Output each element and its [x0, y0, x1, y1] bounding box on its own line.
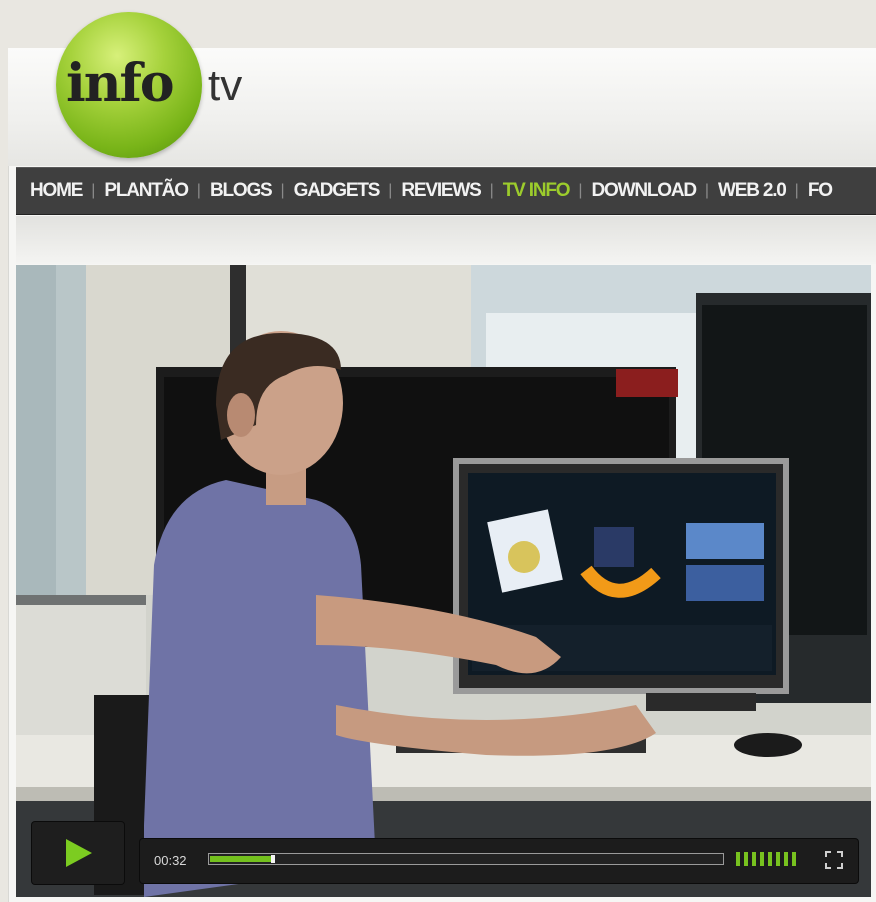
volume-bar [736, 852, 740, 866]
logo-text-info[interactable]: info [66, 58, 175, 110]
volume-bar [768, 852, 772, 866]
nav-item-blogs[interactable]: BLOGS [210, 180, 273, 202]
nav-separator: | [489, 182, 494, 199]
volume-bar [760, 852, 764, 866]
nav-separator: | [388, 182, 393, 199]
nav-item-web-2-0[interactable]: WEB 2.0 [718, 180, 787, 202]
nav-separator: | [704, 182, 710, 199]
video-frame[interactable] [16, 265, 871, 897]
nav-item-home[interactable]: HOME [30, 180, 83, 202]
main-navigation: HOME | PLANTÃO | BLOGS | GADGETS | REVIEWS | TV IN… [16, 167, 876, 215]
nav-separator: | [578, 182, 583, 199]
progress-fill [210, 856, 271, 862]
play-button[interactable] [32, 822, 124, 884]
nav-item-tv-info[interactable]: TV INFO [503, 180, 571, 202]
nav-item-reviews[interactable]: REVIEWS [401, 180, 481, 202]
fullscreen-icon [825, 851, 843, 869]
nav-separator: | [196, 182, 201, 199]
volume-bar [792, 852, 796, 866]
nav-item-gadgets[interactable]: GADGETS [294, 180, 381, 202]
video-still-image [16, 265, 871, 897]
nav-item-download[interactable]: DOWNLOAD [591, 180, 697, 202]
sub-header-strip [16, 216, 876, 264]
current-time: 00:32 [154, 853, 187, 868]
nav-separator: | [280, 182, 285, 199]
nav-item-fo[interactable]: FO [808, 180, 833, 202]
logo-text-tv[interactable]: tv [208, 64, 242, 108]
control-bar: 00:32 [140, 839, 858, 883]
progress-track[interactable] [208, 853, 724, 865]
video-controls: 00:32 [32, 822, 858, 884]
nav-separator: | [91, 182, 96, 199]
nav-item-plant-o[interactable]: PLANTÃO [104, 180, 189, 202]
nav-separator: | [794, 182, 799, 199]
volume-bar [752, 852, 756, 866]
fullscreen-button[interactable] [824, 850, 844, 870]
play-icon [66, 839, 92, 867]
volume-bar [776, 852, 780, 866]
volume-bar [784, 852, 788, 866]
progress-thumb[interactable] [271, 855, 275, 863]
volume-bar [744, 852, 748, 866]
volume-control[interactable] [736, 852, 806, 866]
